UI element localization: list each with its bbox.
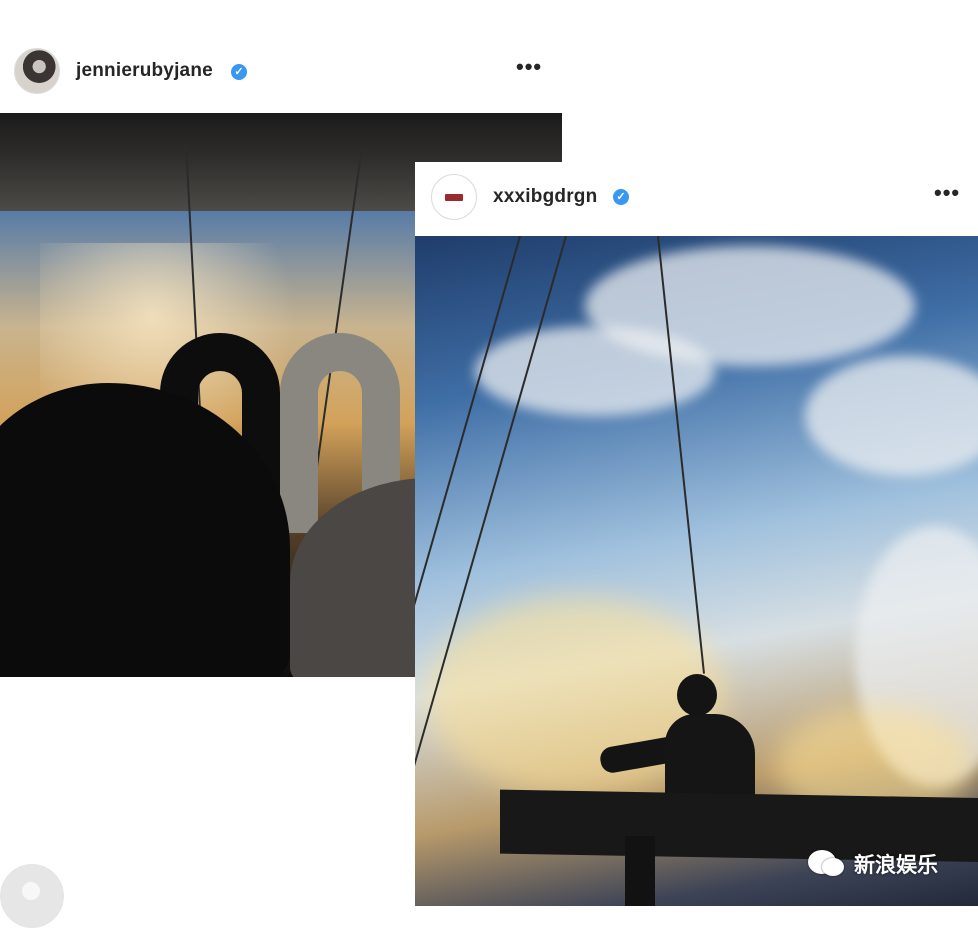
wechat-icon xyxy=(808,850,846,878)
watermark: 新浪娱乐 xyxy=(808,848,938,880)
cloud xyxy=(475,326,715,416)
watermark-text: 新浪娱乐 xyxy=(854,854,938,877)
username-link[interactable]: jennierubyjane xyxy=(76,60,213,82)
swing-rope xyxy=(415,236,521,621)
post-header-2: xxxibgdrgn ✓ ••• xyxy=(415,162,978,236)
person-head xyxy=(677,674,717,716)
more-options-icon[interactable]: ••• xyxy=(934,182,960,204)
post-image-swing[interactable] xyxy=(415,236,978,906)
verified-badge-icon: ✓ xyxy=(231,64,247,80)
post-card-2: xxxibgdrgn ✓ ••• xyxy=(415,162,978,906)
username-link[interactable]: xxxibgdrgn xyxy=(493,186,597,208)
profile-avatar[interactable] xyxy=(431,174,477,220)
verified-badge-icon: ✓ xyxy=(613,189,629,205)
person-shin xyxy=(625,836,655,906)
cloud xyxy=(805,356,978,476)
profile-avatar[interactable] xyxy=(14,48,60,94)
avatar-mark xyxy=(445,194,463,201)
more-options-icon[interactable]: ••• xyxy=(516,56,542,78)
post-header-1: jennierubyjane ✓ ••• xyxy=(0,38,560,106)
person-body xyxy=(665,714,755,804)
default-avatar-icon[interactable] xyxy=(0,864,64,928)
